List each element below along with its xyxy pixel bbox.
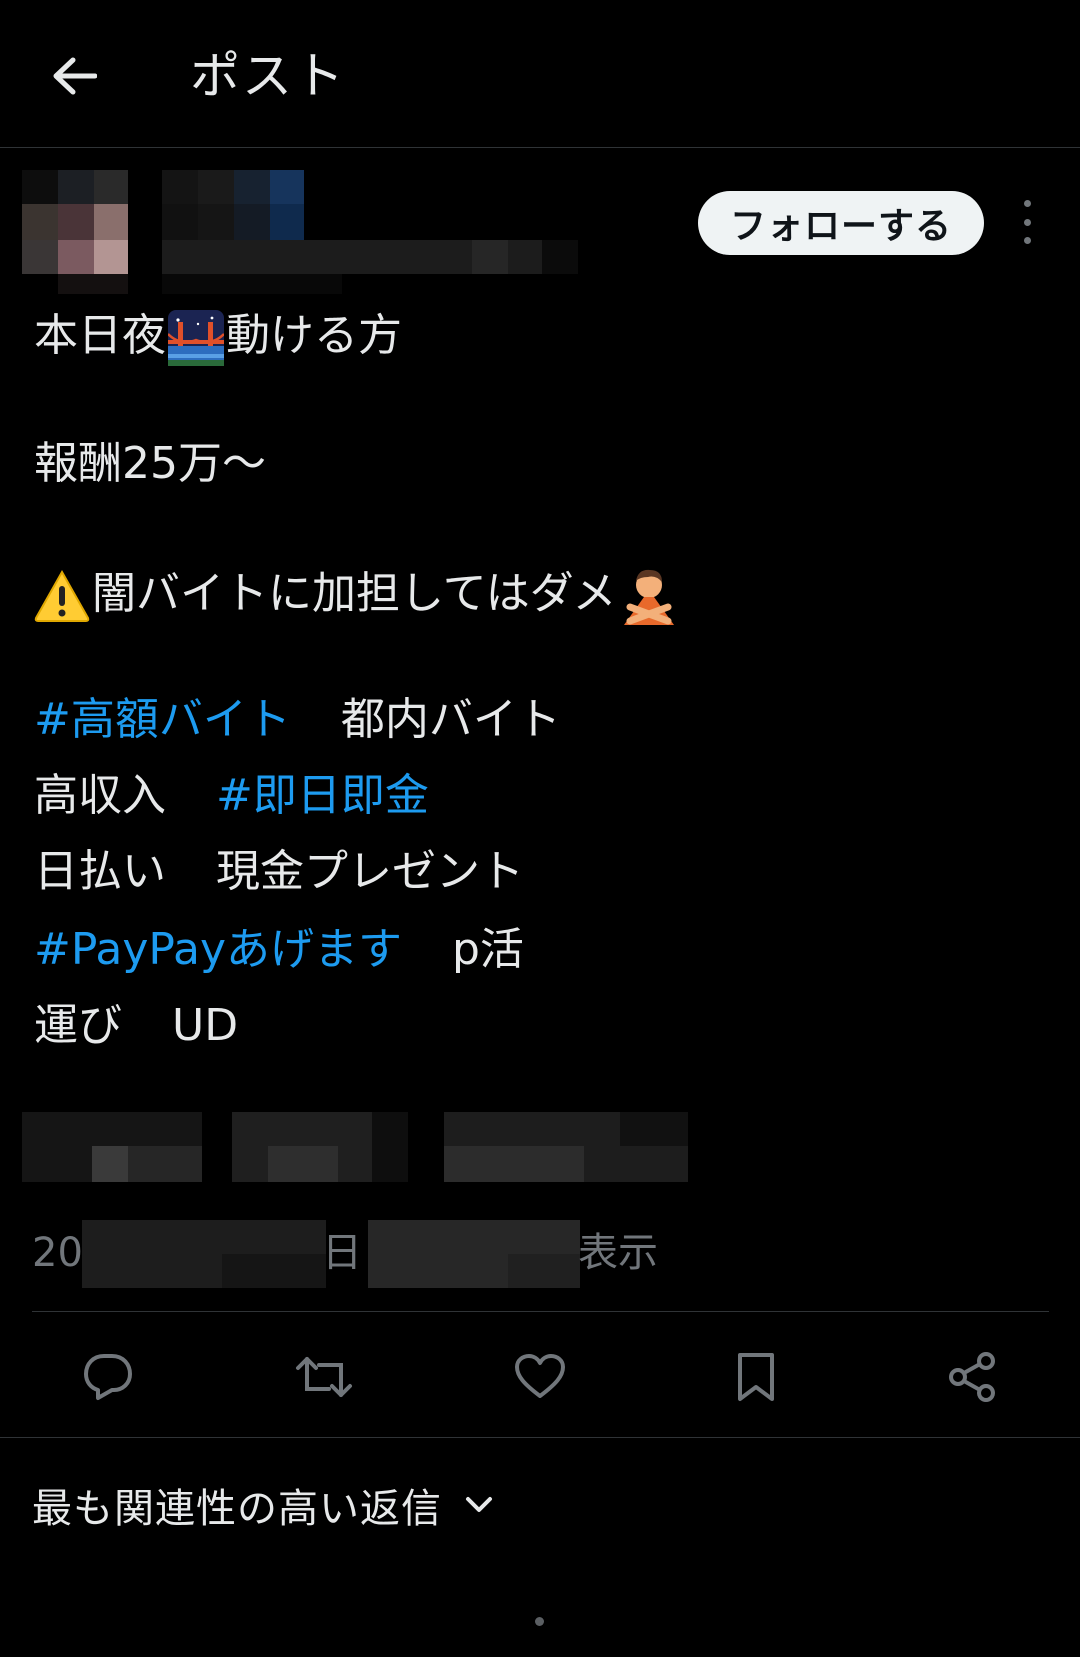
redacted-text	[82, 1220, 326, 1288]
repost-button[interactable]	[294, 1347, 354, 1407]
divider	[0, 1437, 1080, 1438]
warning-emoji	[34, 569, 90, 622]
reply-button[interactable]	[78, 1347, 138, 1407]
repost-icon	[296, 1357, 352, 1397]
avatar[interactable]	[22, 170, 128, 294]
reply-sort-label: 最も関連性の高い返信	[32, 1486, 442, 1532]
post-line: 運び UD	[34, 996, 238, 1056]
post-text-segment: p活	[451, 924, 524, 975]
post-author-row: フォローする	[0, 148, 1080, 298]
post-text-segment: 現金プレゼント	[216, 846, 524, 897]
share-button[interactable]	[942, 1347, 1002, 1407]
post-action-bar	[0, 1312, 1080, 1436]
bridge-at-night-emoji	[168, 310, 224, 366]
post-line: 高収入 #即日即金	[34, 766, 429, 826]
share-icon	[949, 1352, 995, 1402]
hashtag-link[interactable]: #PayPayあげます	[34, 924, 402, 975]
post-text-segment: 本日夜	[34, 310, 166, 361]
post-timestamp-views: 20 日 表示	[32, 1218, 832, 1288]
bookmark-button[interactable]	[726, 1347, 786, 1407]
post-line: 本日夜 動ける方	[34, 306, 402, 366]
follow-button[interactable]: フォローする	[698, 191, 984, 255]
bookmark-icon	[738, 1353, 774, 1401]
home-indicator	[535, 1617, 544, 1626]
hashtag-link[interactable]: #即日即金	[216, 770, 429, 821]
post-text-segment: 運び	[34, 1000, 122, 1051]
page-title: ポスト	[190, 47, 346, 105]
chevron-down-icon	[462, 1488, 496, 1522]
back-button[interactable]	[44, 46, 104, 106]
post-text-segment: 都内バイト	[340, 694, 561, 745]
post-line: 闇バイトに加担してはダメ	[34, 564, 678, 625]
author-name[interactable]	[162, 170, 582, 296]
post-line: #PayPayあげます p活	[34, 920, 524, 980]
more-options-button[interactable]	[1010, 200, 1044, 244]
reply-icon	[84, 1354, 132, 1400]
person-gesturing-no-emoji	[624, 569, 675, 625]
redacted-text	[368, 1220, 580, 1288]
view-count-label: 表示	[578, 1230, 658, 1276]
post-line: #高額バイト 都内バイト	[34, 690, 561, 750]
top-app-bar: ポスト	[0, 0, 1080, 148]
like-button[interactable]	[510, 1347, 570, 1407]
post-text-segment: 日払い	[34, 846, 166, 897]
reply-sort-dropdown[interactable]: 最も関連性の高い返信	[32, 1470, 496, 1540]
timestamp-prefix: 20	[32, 1230, 83, 1276]
post-text-segment: 闇バイトに加担してはダメ	[92, 568, 617, 619]
heart-icon	[515, 1354, 565, 1398]
hashtag-link[interactable]: #高額バイト	[34, 694, 291, 745]
redacted-text	[444, 1112, 688, 1182]
post-line: 日払い 現金プレゼント	[34, 842, 524, 902]
redacted-text	[22, 1112, 202, 1182]
timestamp-day: 日	[322, 1230, 362, 1276]
arrow-left-icon	[53, 57, 97, 95]
more-vertical-icon	[1023, 200, 1031, 207]
post-text-segment: 高収入	[34, 770, 166, 821]
post-text-segment: UD	[172, 1000, 239, 1051]
redacted-text	[232, 1112, 408, 1182]
post-line: 報酬25万〜	[34, 438, 266, 489]
post-text-segment: 動ける方	[226, 310, 402, 361]
